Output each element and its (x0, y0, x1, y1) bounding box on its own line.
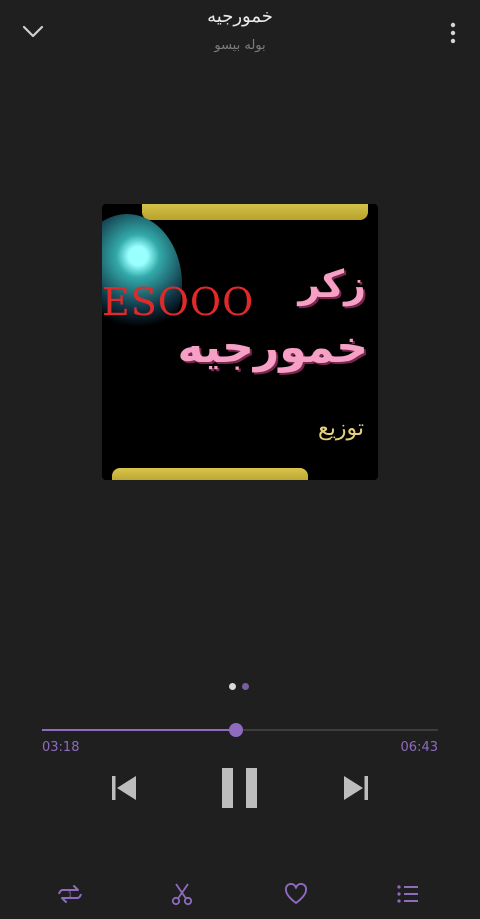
cover-top-band (142, 204, 368, 220)
more-vertical-icon (450, 22, 456, 44)
skip-previous-icon (112, 776, 136, 800)
cover-bottom-band (112, 468, 308, 480)
album-art[interactable]: ESOOO زكر خمورجيه توزيع (102, 204, 378, 480)
next-button[interactable] (338, 770, 374, 806)
svg-text:1: 1 (67, 891, 72, 900)
song-title: خمورجيه (207, 6, 273, 27)
page-indicator (229, 683, 249, 690)
cut-button[interactable] (162, 874, 202, 914)
total-time: 06:43 (400, 740, 438, 755)
skip-next-icon (344, 776, 368, 800)
favorite-button[interactable] (276, 874, 316, 914)
cover-brand-text: ESOOO (102, 280, 255, 324)
pause-button[interactable] (218, 764, 262, 812)
heart-icon (285, 883, 307, 904)
pause-icon (222, 768, 257, 808)
repeat-button[interactable]: 1 (50, 874, 90, 914)
queue-list-icon (397, 885, 418, 903)
seek-bar-thumb[interactable] (229, 723, 244, 737)
more-options-button[interactable] (446, 18, 460, 48)
cover-title-line1: زكر (298, 262, 366, 306)
player-header: خمورجيه بوله بيسو (0, 0, 480, 64)
cover-title-line2: خمورجيه (177, 322, 368, 373)
seek-bar[interactable] (42, 723, 438, 737)
chevron-down-icon (22, 25, 44, 38)
page-dot-1[interactable] (229, 683, 236, 690)
bottom-action-bar: 1 (0, 874, 480, 914)
page-dot-2[interactable] (242, 683, 249, 690)
artist-name[interactable]: بوله بيسو (0, 38, 480, 53)
queue-button[interactable] (388, 874, 428, 914)
cover-distribution-label: توزيع (318, 416, 364, 441)
repeat-one-icon: 1 (58, 885, 82, 903)
seek-bar-fill (42, 729, 237, 731)
scissors-icon (171, 883, 193, 906)
previous-button[interactable] (106, 770, 142, 806)
current-time: 03:18 (42, 740, 80, 755)
